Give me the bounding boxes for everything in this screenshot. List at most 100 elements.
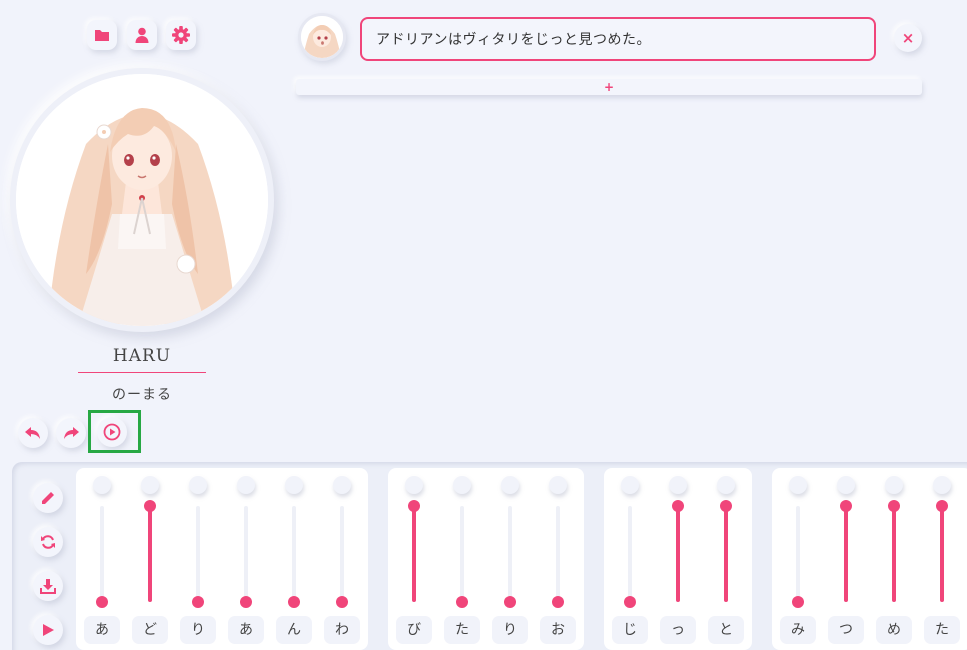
phoneme-label[interactable]: み <box>780 616 816 644</box>
phoneme-slider[interactable]: り <box>492 468 528 650</box>
slider-handle[interactable] <box>288 596 300 608</box>
slider-track[interactable] <box>100 506 104 602</box>
slider-toggle[interactable] <box>837 476 855 494</box>
slider-handle[interactable] <box>552 596 564 608</box>
slider-track[interactable] <box>556 506 560 602</box>
slider-track[interactable] <box>796 506 800 602</box>
slider-track[interactable] <box>724 506 728 602</box>
phoneme-label[interactable]: わ <box>324 616 360 644</box>
slider-toggle[interactable] <box>933 476 951 494</box>
phoneme-label[interactable]: た <box>924 616 960 644</box>
phoneme-label[interactable]: り <box>180 616 216 644</box>
phoneme-slider[interactable]: た <box>444 468 480 650</box>
phoneme-slider[interactable]: あ <box>84 468 120 650</box>
slider-toggle[interactable] <box>285 476 303 494</box>
slider-toggle[interactable] <box>549 476 567 494</box>
slider-toggle[interactable] <box>621 476 639 494</box>
phoneme-slider[interactable]: わ <box>324 468 360 650</box>
phoneme-label[interactable]: つ <box>828 616 864 644</box>
slider-toggle[interactable] <box>669 476 687 494</box>
phoneme-label[interactable]: じ <box>612 616 648 644</box>
phoneme-slider[interactable]: た <box>924 468 960 650</box>
phoneme-label[interactable]: あ <box>228 616 264 644</box>
slider-handle[interactable] <box>456 596 468 608</box>
message-avatar[interactable] <box>298 13 346 61</box>
edit-button[interactable] <box>33 483 63 513</box>
phoneme-slider[interactable]: め <box>876 468 912 650</box>
phoneme-slider[interactable]: び <box>396 468 432 650</box>
phoneme-slider[interactable]: あ <box>228 468 264 650</box>
slider-handle[interactable] <box>192 596 204 608</box>
phoneme-label[interactable]: お <box>540 616 576 644</box>
slider-track[interactable] <box>508 506 512 602</box>
slider-handle[interactable] <box>720 500 732 512</box>
add-message-button[interactable]: + <box>296 79 922 95</box>
slider-toggle[interactable] <box>333 476 351 494</box>
slider-toggle[interactable] <box>141 476 159 494</box>
slider-handle[interactable] <box>96 596 108 608</box>
slider-toggle[interactable] <box>93 476 111 494</box>
folder-button[interactable] <box>87 20 117 50</box>
slider-track[interactable] <box>412 506 416 602</box>
delete-message-button[interactable]: × <box>894 24 922 52</box>
slider-track[interactable] <box>244 506 248 602</box>
slider-toggle[interactable] <box>789 476 807 494</box>
phoneme-label[interactable]: ん <box>276 616 312 644</box>
slider-handle[interactable] <box>888 500 900 512</box>
slider-track[interactable] <box>196 506 200 602</box>
slider-track[interactable] <box>628 506 632 602</box>
download-button[interactable] <box>33 571 63 601</box>
phoneme-label[interactable]: り <box>492 616 528 644</box>
phoneme-slider[interactable]: じ <box>612 468 648 650</box>
phoneme-slider[interactable]: ど <box>132 468 168 650</box>
slider-handle[interactable] <box>936 500 948 512</box>
slider-handle[interactable] <box>408 500 420 512</box>
slider-handle[interactable] <box>240 596 252 608</box>
slider-toggle[interactable] <box>189 476 207 494</box>
slider-toggle[interactable] <box>453 476 471 494</box>
phoneme-slider[interactable]: っ <box>660 468 696 650</box>
slider-fill <box>148 506 152 602</box>
phoneme-slider[interactable]: お <box>540 468 576 650</box>
slider-track[interactable] <box>460 506 464 602</box>
slider-toggle[interactable] <box>501 476 519 494</box>
phoneme-label[interactable]: び <box>396 616 432 644</box>
phoneme-label[interactable]: っ <box>660 616 696 644</box>
slider-toggle[interactable] <box>237 476 255 494</box>
character-name: HARU <box>112 346 172 366</box>
phoneme-slider[interactable]: ん <box>276 468 312 650</box>
slider-toggle[interactable] <box>717 476 735 494</box>
user-button[interactable] <box>127 20 157 50</box>
redo-button[interactable] <box>56 418 86 448</box>
slider-track[interactable] <box>940 506 944 602</box>
phoneme-label[interactable]: あ <box>84 616 120 644</box>
reset-button[interactable] <box>33 527 63 557</box>
slider-handle[interactable] <box>144 500 156 512</box>
phoneme-label[interactable]: た <box>444 616 480 644</box>
slider-handle[interactable] <box>624 596 636 608</box>
slider-track[interactable] <box>292 506 296 602</box>
slider-toggle[interactable] <box>405 476 423 494</box>
settings-button[interactable] <box>166 20 196 50</box>
phoneme-slider[interactable]: と <box>708 468 744 650</box>
phoneme-slider[interactable]: り <box>180 468 216 650</box>
slider-track[interactable] <box>148 506 152 602</box>
slider-track[interactable] <box>340 506 344 602</box>
message-input[interactable] <box>360 17 876 61</box>
slider-handle[interactable] <box>792 596 804 608</box>
slider-track[interactable] <box>892 506 896 602</box>
slider-handle[interactable] <box>840 500 852 512</box>
slider-toggle[interactable] <box>885 476 903 494</box>
phoneme-label[interactable]: め <box>876 616 912 644</box>
phoneme-label[interactable]: ど <box>132 616 168 644</box>
undo-button[interactable] <box>18 418 48 448</box>
play-button[interactable] <box>33 615 63 645</box>
phoneme-slider[interactable]: み <box>780 468 816 650</box>
phoneme-label[interactable]: と <box>708 616 744 644</box>
slider-handle[interactable] <box>504 596 516 608</box>
slider-track[interactable] <box>676 506 680 602</box>
phoneme-slider[interactable]: つ <box>828 468 864 650</box>
slider-track[interactable] <box>844 506 848 602</box>
slider-handle[interactable] <box>672 500 684 512</box>
slider-handle[interactable] <box>336 596 348 608</box>
